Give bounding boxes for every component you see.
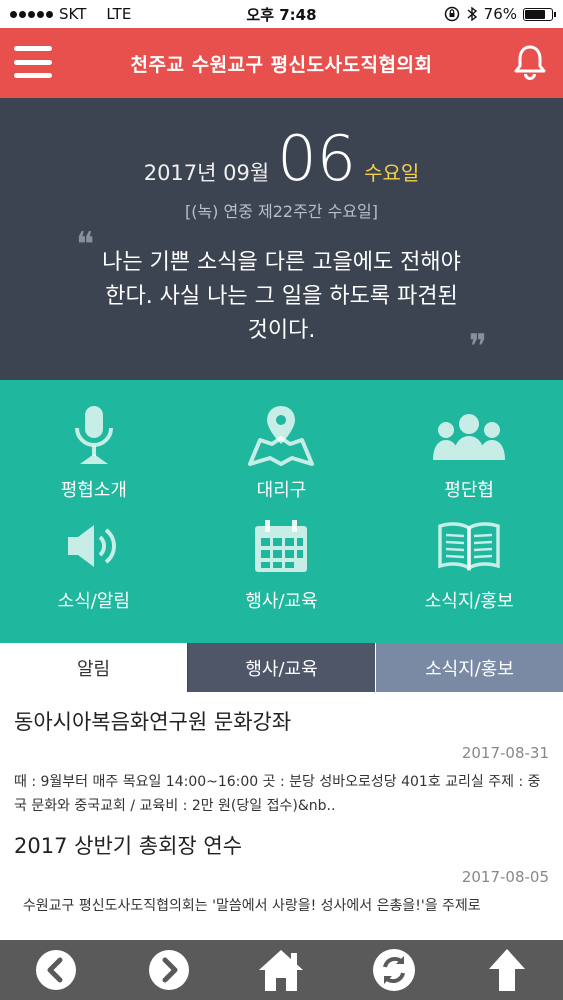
status-left: SKT LTE — [10, 5, 131, 23]
scroll-top-icon — [488, 949, 525, 991]
status-bar: SKT LTE 오후 7:48 76% — [0, 0, 563, 28]
content-tabs: 알림 행사/교육 소식지/홍보 — [0, 643, 563, 692]
date-day: 06 — [277, 122, 357, 195]
menu-item-label: 대리구 — [256, 480, 307, 501]
scroll-top-button[interactable] — [477, 944, 537, 996]
bottom-nav-bar — [0, 940, 563, 1000]
date-year-month: 2017년 09월 — [143, 161, 270, 185]
status-right: 76% — [444, 5, 556, 23]
tab-newsletter[interactable]: 소식지/홍보 — [375, 643, 563, 692]
forward-arrow-icon — [148, 950, 189, 990]
speaker-icon — [54, 515, 134, 577]
menu-item-label: 평협소개 — [60, 480, 127, 501]
home-icon — [259, 950, 304, 991]
tab-notices[interactable]: 알림 — [0, 643, 187, 692]
calendar-icon — [241, 515, 321, 577]
microphone-icon — [54, 404, 134, 466]
refresh-button[interactable] — [364, 944, 424, 996]
tab-events[interactable]: 행사/교육 — [187, 643, 375, 692]
menu-item-events[interactable]: 행사/교육 — [188, 515, 376, 626]
menu-grid: 평협소개 대리구 평단협 소식/알림 행사/교육 소식지/홍보 — [0, 380, 563, 643]
list-item[interactable]: 동아시아복음화연구원 문화강좌 2017-08-31 때 : 9월부터 매주 목… — [0, 692, 563, 818]
list-item-date: 2017-08-31 — [461, 744, 549, 762]
back-arrow-icon — [36, 950, 77, 990]
group-icon — [429, 404, 509, 466]
menu-item-news[interactable]: 소식/알림 — [0, 515, 188, 626]
battery-percent: 76% — [483, 5, 517, 23]
notice-list: 동아시아복음화연구원 문화강좌 2017-08-31 때 : 9월부터 매주 목… — [0, 692, 563, 940]
back-button[interactable] — [26, 944, 86, 996]
scripture-quote: 나는 기쁜 소식을 다른 고을에도 전해야 한다. 사실 나는 그 일을 하도록… — [102, 250, 461, 343]
list-item-summary: 때 : 9월부터 매주 목요일 14:00~16:00 곳 : 분당 성바오로성… — [14, 774, 541, 814]
refresh-icon — [373, 949, 416, 991]
battery-icon — [523, 7, 556, 21]
list-item-title: 동아시아복음화연구원 문화강좌 — [14, 710, 292, 734]
orientation-lock-icon — [444, 6, 459, 22]
list-item-summary: 수원교구 평신도사도직협의회는 '말씀에서 사랑을! 성사에서 은총을!'을 주… — [14, 898, 481, 914]
forward-button[interactable] — [139, 944, 199, 996]
list-item[interactable]: 2017 상반기 총회장 연수 2017-08-05 수원교구 평신도사도직협의… — [0, 818, 563, 918]
menu-item-label: 소식/알림 — [57, 590, 130, 612]
menu-item-council[interactable]: 평단협 — [375, 404, 563, 515]
list-item-date: 2017-08-05 — [461, 868, 549, 886]
date-weekday: 수요일 — [364, 161, 420, 185]
menu-item-vicariate[interactable]: 대리구 — [188, 404, 376, 515]
menu-item-label: 소식지/홍보 — [424, 590, 514, 612]
menu-item-label: 행사/교육 — [245, 590, 318, 612]
signal-strength-icon — [10, 10, 53, 18]
bluetooth-icon — [467, 6, 477, 22]
quote-open-icon: ❝ — [76, 225, 95, 265]
hamburger-menu-icon[interactable] — [14, 46, 52, 78]
app-header: 천주교 수원교구 평신도사도직협의회 — [0, 28, 563, 98]
header-title: 천주교 수원교구 평신도사도직협의회 — [130, 53, 433, 76]
carrier-name: SKT — [59, 5, 87, 23]
network-type: LTE — [106, 5, 132, 23]
daily-scripture-panel: 2017년 09월 06 수요일 [(녹) 연중 제22주간 수요일] ❝ 나는… — [0, 98, 563, 380]
list-item-title: 2017 상반기 총회장 연수 — [14, 834, 243, 858]
map-pin-icon — [241, 404, 321, 466]
home-button[interactable] — [251, 944, 311, 996]
quote-close-icon: ❞ — [468, 327, 487, 367]
date-row: 2017년 09월 06 수요일 — [0, 128, 563, 190]
book-icon — [429, 515, 509, 577]
bell-icon[interactable] — [513, 44, 547, 80]
liturgy-day: [(녹) 연중 제22주간 수요일] — [184, 202, 379, 221]
menu-item-intro[interactable]: 평협소개 — [0, 404, 188, 515]
battery-level — [525, 9, 545, 19]
menu-item-newsletter[interactable]: 소식지/홍보 — [375, 515, 563, 626]
menu-item-label: 평단협 — [444, 480, 494, 501]
